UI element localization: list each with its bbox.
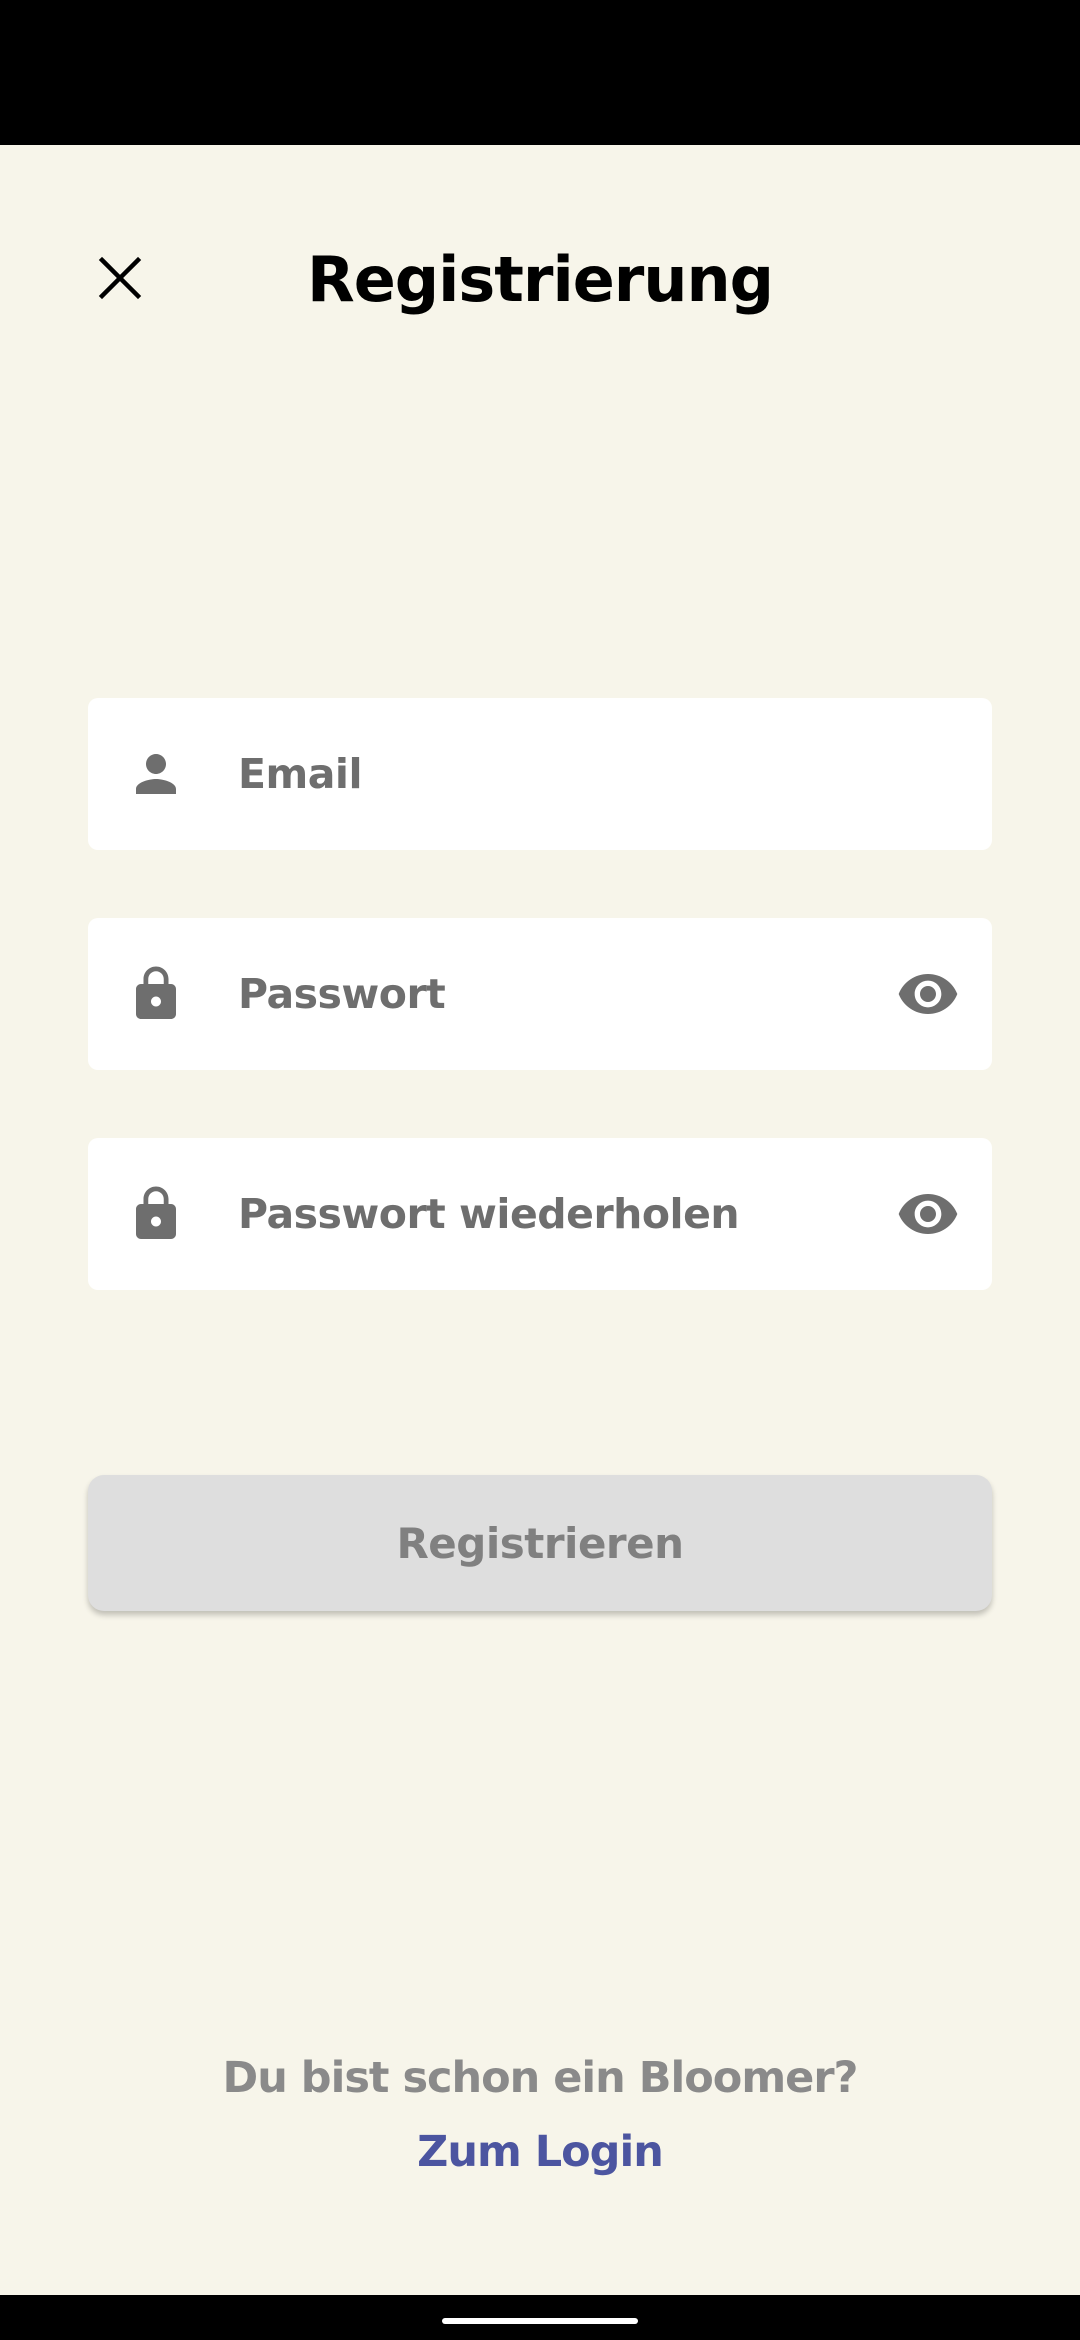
lock-icon [126,964,186,1024]
password-placeholder: Passwort [238,970,446,1018]
password-repeat-field[interactable]: Passwort wiederholen [88,1138,992,1290]
login-link[interactable]: Zum Login [0,2124,1080,2180]
show-password-repeat-toggle[interactable] [896,1184,960,1244]
email-placeholder: Email [238,750,363,798]
person-icon [126,744,186,804]
eye-icon [898,1194,958,1234]
login-prompt: Du bist schon ein Bloomer? [222,2053,859,2103]
password-field[interactable]: Passwort [88,918,992,1070]
status-bar [0,0,1080,145]
home-indicator[interactable] [442,2318,638,2324]
password-repeat-placeholder: Passwort wiederholen [238,1190,740,1238]
show-password-toggle[interactable] [896,964,960,1024]
register-button[interactable]: Registrieren [88,1475,992,1611]
lock-icon [126,1184,186,1244]
eye-icon [898,974,958,1014]
page-title: Registrierung [306,243,774,316]
email-field[interactable]: Email [88,698,992,850]
